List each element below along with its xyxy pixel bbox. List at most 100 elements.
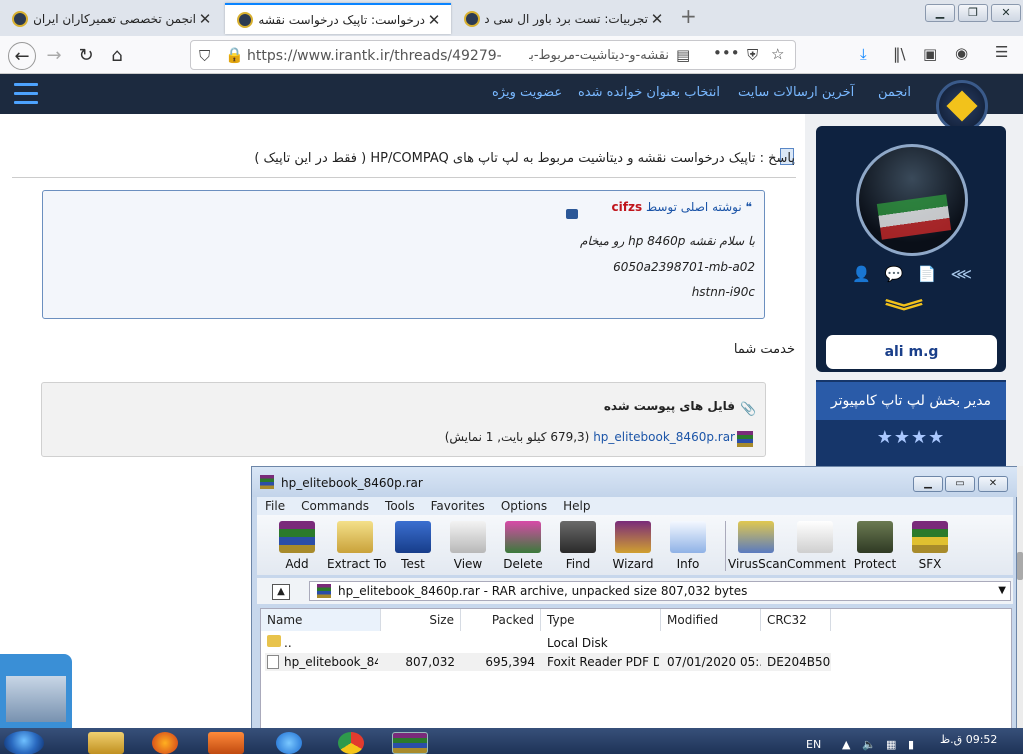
wizard-button[interactable]: Wizard (605, 521, 661, 571)
virusscan-button[interactable]: VirusScan (728, 521, 787, 571)
menu-tools[interactable]: Tools (377, 497, 423, 515)
sidebar-icon[interactable]: ▣ (923, 45, 937, 63)
start-button-icon[interactable] (4, 731, 44, 754)
table-row[interactable] (261, 632, 831, 650)
winrar-restore-button[interactable]: ▭ (945, 476, 975, 492)
restore-button[interactable]: ❐ (958, 4, 988, 22)
volume-icon[interactable]: 🔈 (862, 738, 876, 751)
firefox-icon[interactable] (152, 732, 178, 754)
language-indicator[interactable]: EN (806, 738, 821, 751)
column-header-crc32[interactable]: CRC32 (761, 609, 831, 631)
column-header-name[interactable]: Name (261, 609, 381, 631)
winrar-menubar: File Commands Tools Favorites Options He… (257, 497, 1013, 515)
attachment-link[interactable]: hp_elitebook_8460p.rar (593, 430, 735, 444)
menu-options[interactable]: Options (493, 497, 555, 515)
bookmark-star-icon[interactable]: ☆ (771, 45, 784, 63)
more-actions-icon[interactable]: ••• (713, 44, 740, 62)
menu-favorites[interactable]: Favorites (423, 497, 493, 515)
protect-button[interactable]: Protect (847, 521, 903, 571)
pocket-icon[interactable]: ⛨ (747, 46, 758, 64)
posts-icon[interactable]: 📄 (918, 265, 937, 285)
comment-button[interactable]: Comment (787, 521, 846, 571)
reload-icon[interactable]: ↻ (72, 42, 100, 70)
up-folder-icon[interactable]: ▲ (272, 584, 290, 600)
winrar-taskbar-icon[interactable] (392, 732, 428, 754)
library-icon[interactable]: ‖\ (893, 45, 906, 63)
account-icon[interactable]: ◉ (955, 44, 968, 62)
share-icon[interactable]: ⋘ (951, 265, 972, 285)
paperclip-icon: 📎 (740, 402, 757, 417)
close-icon[interactable]: ✕ (648, 10, 666, 28)
file-explorer-icon[interactable] (88, 732, 124, 754)
back-arrow-icon[interactable]: ← (8, 42, 36, 70)
internet-explorer-icon[interactable] (276, 732, 302, 754)
home-icon[interactable]: ⌂ (103, 42, 131, 70)
menu-file[interactable]: File (257, 497, 293, 515)
column-header-modified[interactable]: Modified (661, 609, 761, 631)
reply-text: خدمت شما (733, 342, 795, 357)
network-icon[interactable]: ▦ (886, 738, 896, 751)
nav-link-latest-posts[interactable]: آخرین ارسالات سایت (738, 85, 854, 100)
user-profile-icon[interactable]: 👤 (852, 265, 871, 285)
binoculars-icon (560, 521, 596, 553)
column-header-type[interactable]: Type (541, 609, 661, 631)
minimize-button[interactable]: ▁ (925, 4, 955, 22)
view-button[interactable]: View (440, 521, 496, 571)
tray-expand-icon[interactable]: ▲ (842, 738, 850, 751)
close-icon[interactable]: ✕ (425, 11, 443, 29)
menu-commands[interactable]: Commands (293, 497, 377, 515)
nav-link-mark-read[interactable]: انتخاب بعنوان خوانده شده (578, 85, 720, 100)
quote-header: ❝ نوشته اصلی توسط cifzs (612, 200, 752, 214)
menu-help[interactable]: Help (555, 497, 598, 515)
column-header-packed[interactable]: Packed (461, 609, 541, 631)
forward-arrow-icon[interactable]: → (40, 42, 68, 70)
desktop-shortcut[interactable] (0, 654, 72, 728)
nav-link-forum[interactable]: انجمن (878, 85, 911, 100)
avatar[interactable] (856, 144, 968, 256)
test-icon (395, 521, 431, 553)
tab-forum-home[interactable]: ✕ انجمن تخصصی تعمیرکاران ایران | تع (0, 3, 222, 34)
quote-line: 6050a2398701-mb-a02 (613, 260, 755, 274)
hamburger-menu-icon[interactable] (14, 83, 38, 105)
site-logo[interactable] (936, 80, 988, 132)
chrome-icon[interactable] (338, 732, 364, 754)
extract-to-button[interactable]: Extract To (327, 521, 386, 571)
delete-button[interactable]: Delete (495, 521, 551, 571)
chevron-down-icon[interactable]: ▼ (998, 582, 1006, 600)
power-icon[interactable]: ▮ (908, 738, 914, 751)
column-header-size[interactable]: Size (381, 609, 461, 631)
test-button[interactable]: Test (385, 521, 441, 571)
site-favicon-icon (464, 10, 480, 27)
tab-request[interactable]: ✕ درخواست: تاپیک درخواست نقشه و دیتاشیت (225, 3, 451, 34)
clock[interactable]: 09:52 ق.ظ (940, 733, 997, 746)
path-field[interactable]: hp_elitebook_8460p.rar - RAR archive, un… (309, 581, 1011, 601)
view-glasses-icon (450, 521, 486, 553)
download-icon[interactable]: ⤓ (860, 45, 867, 63)
menu-icon[interactable]: ☰ (995, 43, 1008, 61)
sfx-button[interactable]: SFX (902, 521, 958, 571)
winrar-close-button[interactable]: ✕ (978, 476, 1008, 492)
view-post-icon[interactable] (566, 209, 578, 219)
close-window-button[interactable]: ✕ (991, 4, 1021, 22)
shield-icon[interactable]: ⛉ (199, 47, 210, 65)
message-icon[interactable]: 💬 (885, 265, 904, 285)
scrollbar-thumb[interactable] (1017, 552, 1023, 580)
quote-block: ❝ نوشته اصلی توسط cifzs با سلام نقشه hp … (42, 190, 765, 319)
quote-line: با سلام نقشه hp 8460p رو میخام (580, 234, 755, 248)
close-icon[interactable]: ✕ (196, 10, 214, 28)
lock-icon[interactable]: 🔒 (225, 46, 244, 64)
nav-link-vip[interactable]: عضویت ویژه (492, 85, 562, 100)
add-button[interactable]: Add (269, 521, 325, 571)
find-button[interactable]: Find (550, 521, 606, 571)
username[interactable]: ali m.g (826, 335, 997, 369)
page-scrollbar[interactable] (1017, 466, 1023, 728)
reader-view-icon[interactable]: ▤ (676, 46, 690, 64)
media-player-icon[interactable] (208, 732, 244, 754)
new-tab-plus-icon[interactable]: + (680, 4, 697, 28)
quote-author[interactable]: cifzs (612, 200, 643, 214)
address-bar[interactable]: ⛉ 🔒 https://www.irantk.ir/threads/49279-… (190, 40, 796, 70)
info-button[interactable]: Info (660, 521, 716, 571)
winrar-titlebar: hp_elitebook_8460p.rar ▁ ▭ ✕ (252, 467, 1018, 497)
winrar-minimize-button[interactable]: ▁ (913, 476, 943, 492)
tab-experiences[interactable]: ✕ تجربیات: تست برد باور ال سی دی (452, 3, 674, 34)
